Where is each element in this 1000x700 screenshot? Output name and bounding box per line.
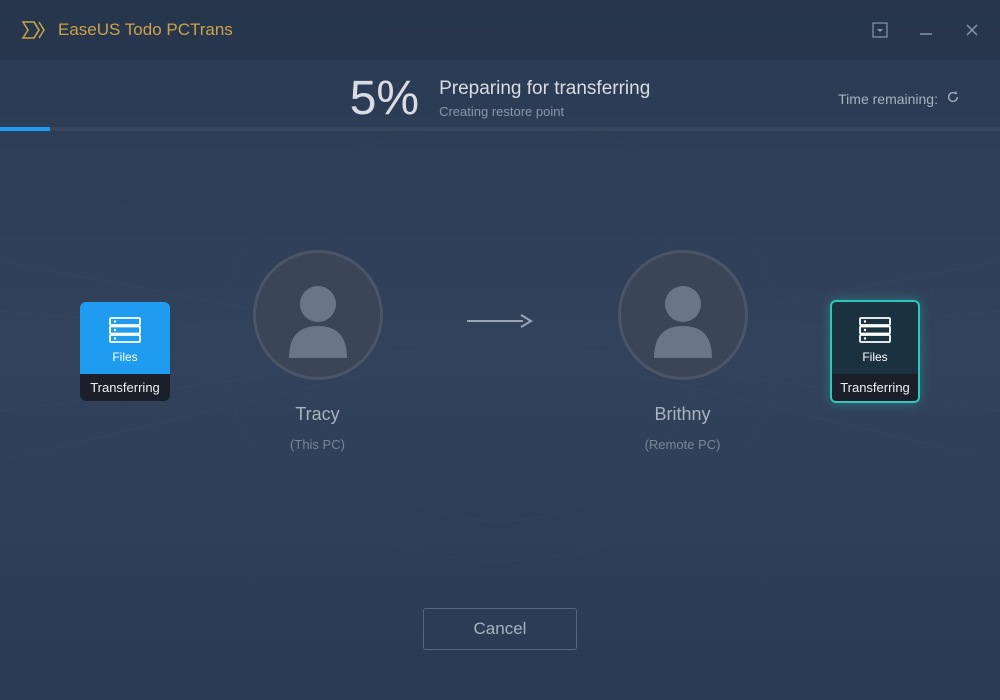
target-avatar-icon: [618, 250, 748, 380]
status-text-block: Preparing for transferring Creating rest…: [439, 78, 650, 119]
source-avatar-icon: [253, 250, 383, 380]
source-pc: Tracy (This PC): [253, 250, 383, 452]
transfer-row: Files Transferring Tracy (This PC): [0, 250, 1000, 452]
transfer-arrow-icon: [465, 311, 535, 391]
status-header: 5% Preparing for transferring Creating r…: [0, 60, 1000, 127]
app-title: EaseUS Todo PCTrans: [58, 20, 233, 40]
target-pc: Brithny (Remote PC): [618, 250, 748, 452]
files-icon: [106, 302, 144, 350]
status-title: Preparing for transferring: [439, 78, 650, 100]
footer: Cancel: [0, 608, 1000, 650]
files-icon: [856, 302, 894, 350]
time-remaining: Time remaining:: [838, 90, 960, 107]
source-pc-name: Tracy: [295, 404, 339, 425]
transfer-visualization: Files Transferring Tracy (This PC): [0, 131, 1000, 571]
progress-percent: 5%: [350, 71, 419, 126]
source-files-card[interactable]: Files Transferring: [80, 302, 170, 401]
cancel-button[interactable]: Cancel: [423, 608, 578, 650]
source-pc-role: (This PC): [290, 437, 345, 452]
refresh-icon: [946, 90, 960, 107]
target-pc-name: Brithny: [654, 404, 710, 425]
status-center: 5% Preparing for transferring Creating r…: [350, 71, 651, 126]
target-card-status: Transferring: [832, 374, 918, 401]
target-pc-role: (Remote PC): [645, 437, 721, 452]
minimize-button[interactable]: [918, 22, 934, 38]
titlebar-controls: [872, 22, 980, 38]
close-button[interactable]: [964, 22, 980, 38]
source-card-status: Transferring: [80, 374, 170, 401]
titlebar-left: EaseUS Todo PCTrans: [20, 17, 233, 43]
dropdown-menu-button[interactable]: [872, 22, 888, 38]
source-card-label: Files: [112, 350, 137, 374]
time-remaining-label: Time remaining:: [838, 91, 938, 107]
app-logo-icon: [20, 17, 46, 43]
target-card-label: Files: [862, 350, 887, 374]
target-files-card[interactable]: Files Transferring: [830, 300, 920, 403]
titlebar: EaseUS Todo PCTrans: [0, 0, 1000, 60]
status-subtitle: Creating restore point: [439, 104, 650, 119]
